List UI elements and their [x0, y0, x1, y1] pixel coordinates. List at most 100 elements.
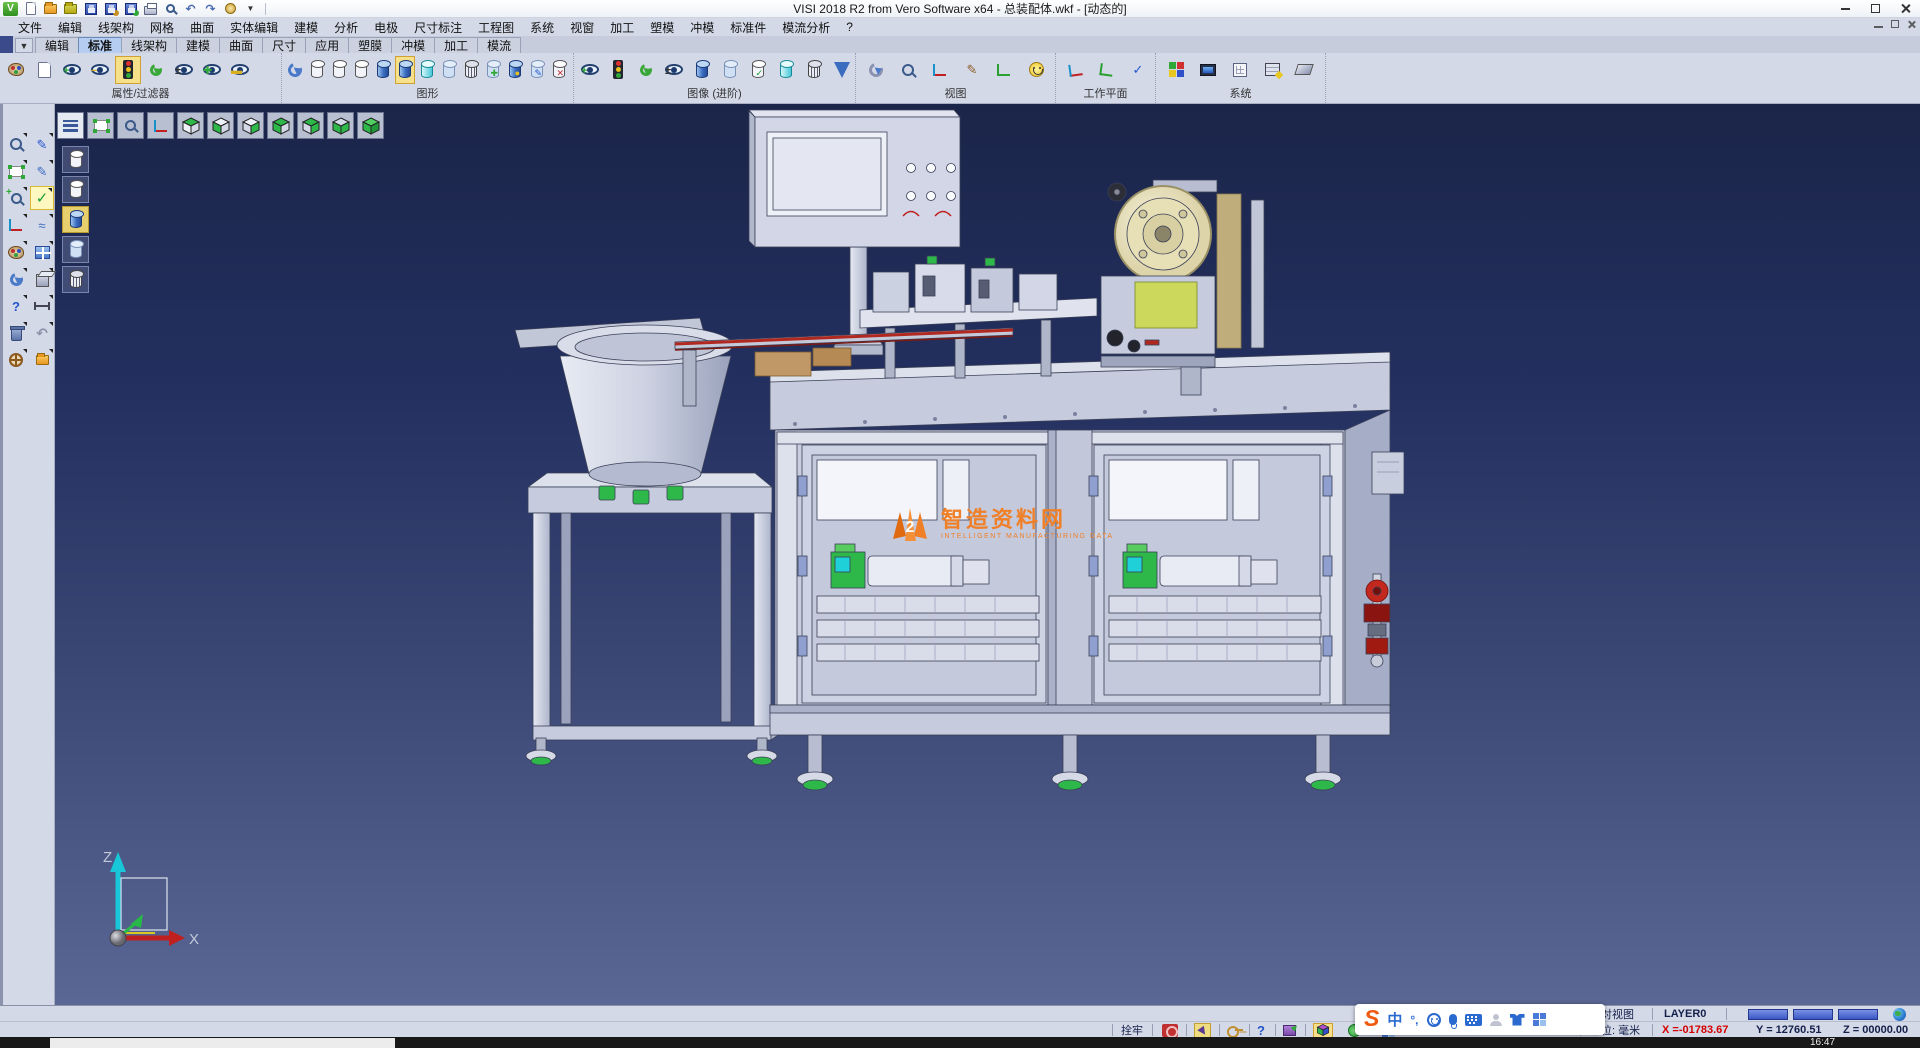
- confirm-check-icon[interactable]: ✓: [30, 186, 54, 210]
- trim-pencil-icon[interactable]: ✎: [30, 132, 54, 156]
- tab-application[interactable]: 应用: [305, 37, 349, 53]
- profile-person-icon[interactable]: [1490, 1014, 1502, 1026]
- save-icon[interactable]: [83, 2, 98, 16]
- tab-surface[interactable]: 曲面: [219, 37, 263, 53]
- tab-machining[interactable]: 加工: [434, 37, 478, 53]
- cylinder-check-icon[interactable]: ✓: [745, 56, 771, 84]
- menu-surface[interactable]: 曲面: [182, 19, 222, 36]
- view-cube-back-icon[interactable]: [297, 112, 324, 139]
- table-magic-icon[interactable]: [1259, 56, 1285, 84]
- cylinder-light-icon[interactable]: [439, 56, 459, 84]
- workplane-xy-icon[interactable]: [1063, 56, 1089, 84]
- save-as-icon[interactable]: [103, 2, 118, 16]
- mdi-minimize-icon[interactable]: [1874, 26, 1883, 28]
- viewport-3d[interactable]: Z X 2 智造资料网 INTELLIGENT MANUFACTURING DA…: [55, 104, 1920, 1005]
- view-cube-left-icon[interactable]: [237, 112, 264, 139]
- freeform-pencil-icon[interactable]: ≈: [30, 213, 54, 237]
- move-ucs-icon[interactable]: [4, 213, 28, 237]
- undo-step-icon[interactable]: ↶: [30, 321, 54, 345]
- view-cube-bottom-icon[interactable]: [327, 112, 354, 139]
- tab-dropdown-button[interactable]: ▼: [15, 38, 33, 53]
- close-button[interactable]: [1890, 0, 1920, 17]
- taskbar-search-box[interactable]: [50, 1038, 395, 1048]
- redo-icon[interactable]: ↷: [203, 2, 218, 16]
- solid-cube-icon[interactable]: [30, 267, 54, 291]
- cylinder-blue2-icon[interactable]: ●: [505, 56, 525, 84]
- eye-plusminus-icon[interactable]: ±: [661, 56, 687, 84]
- minimize-button[interactable]: [1830, 0, 1860, 17]
- wireframe-cylinder-2-icon[interactable]: [62, 176, 89, 203]
- delete-entity-icon[interactable]: [4, 321, 28, 345]
- tab-mould[interactable]: 塑膜: [348, 37, 392, 53]
- tab-progress[interactable]: 冲模: [391, 37, 435, 53]
- menu-mould[interactable]: 塑模: [642, 19, 682, 36]
- print-preview-icon[interactable]: [163, 2, 178, 16]
- cylinder-light-icon[interactable]: [717, 56, 743, 84]
- render-cube-icon[interactable]: [1313, 1022, 1333, 1038]
- view-zoom-icon[interactable]: [117, 112, 144, 139]
- regen-view-icon[interactable]: [4, 267, 28, 291]
- wireframe-cylinder-1-icon[interactable]: [62, 146, 89, 173]
- navigate-compass-icon[interactable]: [4, 348, 28, 372]
- active-layer-label[interactable]: LAYER0: [1664, 1006, 1706, 1022]
- menu-analysis[interactable]: 分析: [326, 19, 366, 36]
- zoom-view-icon[interactable]: [895, 56, 921, 84]
- eye-plus-icon[interactable]: ✚: [199, 56, 225, 84]
- cylinder-blue-icon[interactable]: [373, 56, 393, 84]
- menu-solid-edit[interactable]: 实体编辑: [222, 19, 286, 36]
- cylinder-outline-3-icon[interactable]: [351, 56, 371, 84]
- view-cube-right-icon[interactable]: [267, 112, 294, 139]
- online-globe-icon[interactable]: [1893, 1006, 1906, 1022]
- emoji-panel-icon[interactable]: [1427, 1013, 1441, 1027]
- fit-view-icon[interactable]: [4, 159, 28, 183]
- menu-file[interactable]: 文件: [10, 19, 50, 36]
- menu-dimension[interactable]: 尺寸标注: [406, 19, 470, 36]
- measure-distance-icon[interactable]: [30, 294, 54, 318]
- menu-wireframe[interactable]: 线架构: [90, 19, 142, 36]
- menu-system[interactable]: 系统: [522, 19, 562, 36]
- cylinder-cyan-icon[interactable]: [773, 56, 799, 84]
- view-menu-icon[interactable]: [57, 112, 84, 139]
- cylinder-wire-icon[interactable]: [801, 56, 827, 84]
- shaded-cylinder-selected-icon[interactable]: [62, 206, 89, 233]
- ghost-cylinder-icon[interactable]: [62, 236, 89, 263]
- cylinder-blue-selected-icon[interactable]: [395, 56, 415, 84]
- menu-drafting[interactable]: 工程图: [470, 19, 522, 36]
- view-cube-iso-icon[interactable]: [357, 112, 384, 139]
- print-icon[interactable]: [143, 2, 158, 16]
- measure-pencil-icon[interactable]: ✎: [959, 56, 985, 84]
- menu-edit[interactable]: 编辑: [50, 19, 90, 36]
- eye-minus-icon[interactable]: ▬: [227, 56, 253, 84]
- context-help-icon[interactable]: ?: [4, 294, 28, 318]
- soft-keyboard-icon[interactable]: [1465, 1014, 1482, 1026]
- new-document-icon[interactable]: [23, 2, 38, 16]
- save-copy-icon[interactable]: [123, 2, 138, 16]
- doc-eye-icon[interactable]: [31, 56, 57, 84]
- menu-flow-analysis[interactable]: 模流分析: [774, 19, 838, 36]
- sketch-pencil-icon[interactable]: ✎: [30, 159, 54, 183]
- record-toggle-icon[interactable]: [1162, 1022, 1178, 1038]
- keypad-icon[interactable]: [1227, 56, 1253, 84]
- cylinder-edit-icon[interactable]: ✎: [527, 56, 547, 84]
- menu-progress[interactable]: 冲模: [682, 19, 722, 36]
- tab-wireframe[interactable]: 线架构: [121, 37, 177, 53]
- mdi-close-icon[interactable]: [1907, 20, 1916, 29]
- menu-help[interactable]: ?: [838, 20, 861, 34]
- cone-blue-icon[interactable]: [829, 56, 855, 84]
- menu-electrode[interactable]: 电极: [366, 19, 406, 36]
- menu-modeling[interactable]: 建模: [286, 19, 326, 36]
- window-layout-icon[interactable]: [30, 240, 54, 264]
- surface-3d-icon[interactable]: [1291, 56, 1317, 84]
- open-file-icon[interactable]: [43, 2, 58, 16]
- eye-add-link-icon[interactable]: +: [59, 56, 85, 84]
- package-view-icon[interactable]: [1283, 1022, 1296, 1038]
- menu-window[interactable]: 视窗: [562, 19, 602, 36]
- toolbox-grid-icon[interactable]: [1533, 1013, 1547, 1027]
- eye-plusminus-icon[interactable]: ±: [171, 56, 197, 84]
- cylinder-outline-2-icon[interactable]: [329, 56, 349, 84]
- cylinder-outline-1-icon[interactable]: [307, 56, 327, 84]
- palette-brush-icon[interactable]: [3, 56, 29, 84]
- axis-view-icon[interactable]: [991, 56, 1017, 84]
- pick-filter-icon[interactable]: [1194, 1022, 1211, 1038]
- qat-dropdown-icon[interactable]: ▼: [243, 2, 258, 16]
